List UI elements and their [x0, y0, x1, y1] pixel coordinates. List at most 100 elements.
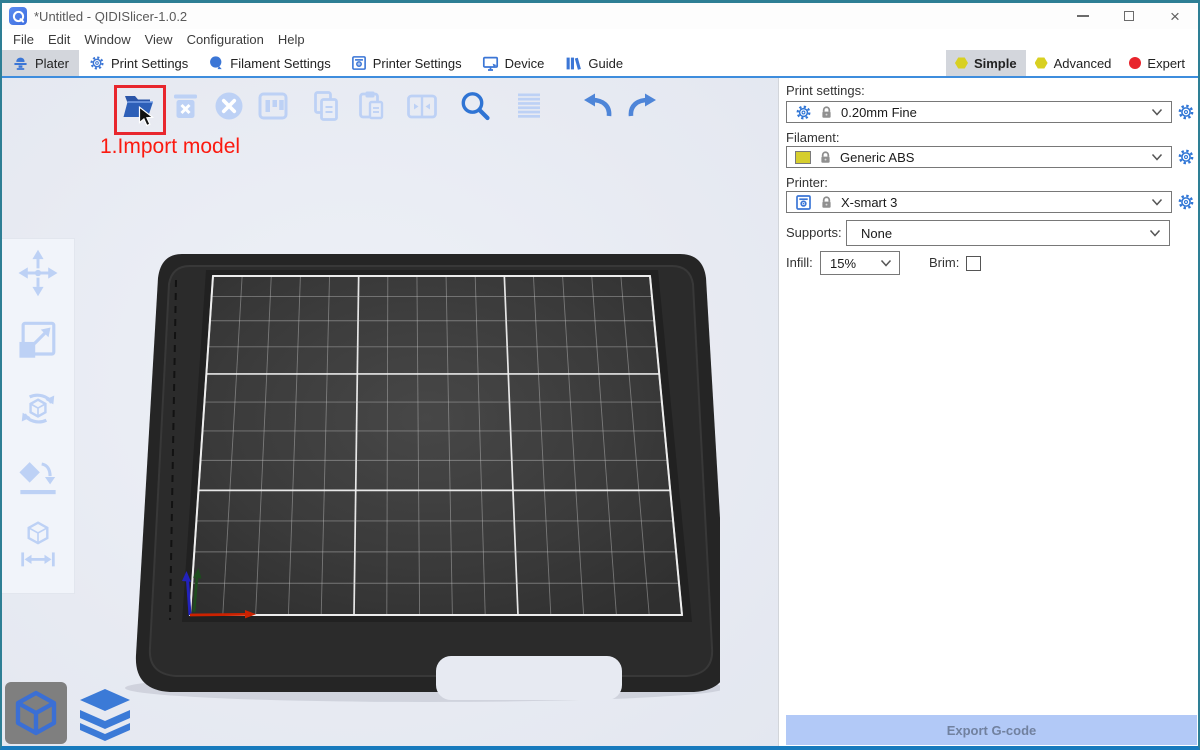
- print-settings-gear-button[interactable]: [1177, 103, 1195, 121]
- menu-view[interactable]: View: [138, 32, 180, 47]
- tab-bar: Plater Print Settings Filament Settings …: [2, 50, 1198, 78]
- supports-label: Supports:: [786, 225, 846, 241]
- scale-tool-button[interactable]: [15, 315, 61, 367]
- tab-print-settings[interactable]: Print Settings: [79, 50, 198, 76]
- filament-color-swatch: [795, 151, 811, 164]
- chevron-down-icon: [880, 259, 892, 267]
- supports-combo[interactable]: None: [846, 220, 1170, 246]
- plater-icon: [12, 55, 29, 72]
- split-icon: [404, 88, 440, 124]
- printer-icon: [795, 194, 812, 211]
- app-window: *Untitled - QIDISlicer-1.0.2 × File Edit…: [0, 0, 1200, 750]
- tab-label: Print Settings: [111, 56, 188, 71]
- preview-view-button[interactable]: [76, 684, 134, 742]
- filament-combo[interactable]: Generic ABS: [786, 146, 1172, 168]
- size-icon: [15, 519, 61, 571]
- gear-icon: [795, 104, 812, 121]
- print-settings-value: 0.20mm Fine: [841, 105, 917, 120]
- export-gcode-button[interactable]: Export G-code: [786, 715, 1197, 745]
- tab-label: Printer Settings: [373, 56, 462, 71]
- printer-combo[interactable]: X-smart 3: [786, 191, 1172, 213]
- tab-label: Plater: [35, 56, 69, 71]
- undo-button[interactable]: [578, 87, 616, 125]
- tab-printer-settings[interactable]: Printer Settings: [341, 50, 472, 76]
- lock-icon: [818, 150, 833, 165]
- mode-switch: Simple Advanced Expert: [946, 50, 1198, 76]
- arrange-button[interactable]: [254, 87, 292, 125]
- menu-bar: File Edit Window View Configuration Help: [2, 29, 1198, 50]
- export-gcode-label: Export G-code: [947, 723, 1037, 738]
- copy-button[interactable]: [307, 87, 345, 125]
- rotate-tool-button[interactable]: [15, 383, 61, 435]
- infill-value: 15%: [830, 256, 856, 271]
- close-button[interactable]: ×: [1152, 3, 1198, 29]
- delete-all-button[interactable]: [210, 87, 248, 125]
- tab-label: Device: [505, 56, 545, 71]
- mode-expert[interactable]: Expert: [1120, 50, 1194, 76]
- brim-checkbox[interactable]: [966, 256, 981, 271]
- guide-icon: [564, 55, 582, 72]
- mode-advanced[interactable]: Advanced: [1026, 50, 1121, 76]
- chevron-down-icon: [1149, 229, 1161, 237]
- lock-icon: [819, 195, 834, 210]
- split-button[interactable]: [403, 87, 441, 125]
- window-controls: ×: [1060, 3, 1198, 29]
- 3d-editor-view-button[interactable]: [5, 682, 67, 744]
- delete-button[interactable]: [166, 87, 204, 125]
- search-button[interactable]: [456, 87, 494, 125]
- mode-simple[interactable]: Simple: [946, 50, 1026, 76]
- mode-label: Simple: [974, 56, 1017, 71]
- tab-plater[interactable]: Plater: [2, 50, 79, 76]
- close-icon: ×: [1170, 8, 1180, 25]
- minimize-button[interactable]: [1060, 3, 1106, 29]
- tab-label: Guide: [588, 56, 623, 71]
- brim-label: Brim:: [929, 255, 959, 271]
- delete-all-icon: [211, 88, 247, 124]
- redo-button[interactable]: [624, 87, 662, 125]
- maximize-button[interactable]: [1106, 3, 1152, 29]
- arrange-icon: [255, 88, 291, 124]
- menu-configuration[interactable]: Configuration: [180, 32, 271, 47]
- preview-layers-icon: [77, 685, 133, 741]
- print-settings-label: Print settings:: [786, 83, 1195, 99]
- paste-button[interactable]: [352, 87, 390, 125]
- object-manipulation-toolbar: [2, 238, 75, 594]
- settings-sidebar: Print settings: 0.20mm Fine Filament: Ge…: [778, 78, 1198, 746]
- lock-icon: [819, 105, 834, 120]
- variable-layer-height-button[interactable]: [510, 87, 548, 125]
- simple-mode-icon: [955, 57, 968, 69]
- 3d-viewport[interactable]: 1.Import model: [2, 78, 778, 746]
- printer-gear-button[interactable]: [1177, 193, 1195, 211]
- filament-icon: [208, 55, 224, 71]
- gear-icon: [1177, 148, 1195, 166]
- expert-mode-icon: [1129, 57, 1141, 69]
- rotate-icon: [15, 383, 61, 435]
- infill-combo[interactable]: 15%: [820, 251, 900, 275]
- move-tool-button[interactable]: [15, 247, 61, 299]
- gear-icon: [1177, 193, 1195, 211]
- move-icon: [15, 247, 61, 299]
- title-bar: *Untitled - QIDISlicer-1.0.2 ×: [2, 3, 1198, 29]
- menu-help[interactable]: Help: [271, 32, 312, 47]
- tab-filament-settings[interactable]: Filament Settings: [198, 50, 340, 76]
- menu-window[interactable]: Window: [77, 32, 137, 47]
- size-tool-button[interactable]: [15, 519, 61, 571]
- menu-file[interactable]: File: [6, 32, 41, 47]
- printer-label: Printer:: [786, 175, 1195, 191]
- filament-value: Generic ABS: [840, 150, 914, 165]
- menu-edit[interactable]: Edit: [41, 32, 77, 47]
- mode-label: Advanced: [1054, 56, 1112, 71]
- device-icon: [482, 55, 499, 72]
- undo-icon: [579, 88, 615, 124]
- mouse-cursor-icon: [138, 106, 155, 134]
- tab-device[interactable]: Device: [472, 50, 555, 76]
- print-settings-combo[interactable]: 0.20mm Fine: [786, 101, 1172, 123]
- filament-label: Filament:: [786, 130, 1195, 146]
- tab-guide[interactable]: Guide: [554, 50, 633, 76]
- printer-value: X-smart 3: [841, 195, 897, 210]
- 3d-editor-cube-icon: [13, 690, 59, 736]
- app-logo-icon: [9, 7, 27, 25]
- place-on-face-tool-button[interactable]: [15, 451, 61, 503]
- filament-gear-button[interactable]: [1177, 148, 1195, 166]
- main-area: 1.Import model: [2, 78, 1198, 746]
